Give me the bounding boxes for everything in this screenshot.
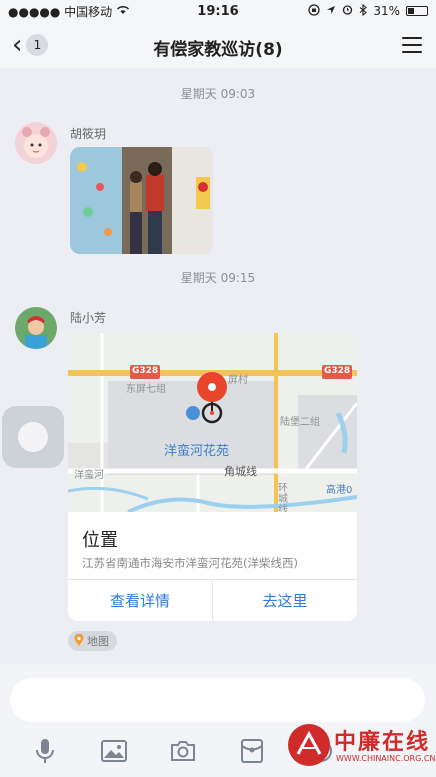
map-road-label: G328 <box>132 366 159 376</box>
avatar[interactable] <box>15 122 57 164</box>
status-left: ●●●●● 中国移动 <box>8 3 130 20</box>
nav-bar: ‹ 1 有偿家教巡访(8) <box>0 22 436 68</box>
menu-icon-line <box>402 51 422 53</box>
battery-percent: 31% <box>373 4 400 18</box>
carrier-label: ●●●●● 中国移动 <box>8 4 113 19</box>
menu-button[interactable] <box>402 37 422 53</box>
watermark-url: WWW.CHINAINC.ORG.CN <box>336 754 436 763</box>
map-street-label: 角城线 <box>224 465 257 478</box>
map-road-label: 高港0 <box>326 485 353 496</box>
watermark-logo-icon <box>288 724 330 766</box>
assistive-touch-button[interactable] <box>2 406 64 468</box>
battery-icon <box>406 6 428 16</box>
watermark-name: 中廉在线 <box>334 730 431 755</box>
menu-icon-line <box>402 44 422 46</box>
map-street-label: 环城线 <box>278 483 288 512</box>
bluetooth-icon <box>359 3 368 19</box>
location-arrow-icon <box>326 4 336 18</box>
watermark: 中廉在线 WWW.CHINAINC.ORG.CN <box>288 716 436 774</box>
chat-title: 有偿家教巡访(8) <box>153 40 283 60</box>
go-here-button[interactable]: 去这里 <box>212 580 357 621</box>
map-tag-label: 地图 <box>87 635 109 648</box>
map-road-label: G328 <box>324 366 351 376</box>
map-place-label: 东屏七组 <box>126 384 166 395</box>
location-card[interactable]: G328 G328 东屏七组 屏村 洋蛮河花苑 陆堡二组 洋蛮河 角城线 环城线… <box>68 333 357 621</box>
location-map[interactable]: G328 G328 东屏七组 屏村 洋蛮河花苑 陆堡二组 洋蛮河 角城线 环城线… <box>68 333 357 514</box>
location-title: 位置 <box>82 530 118 551</box>
status-bar: ●●●●● 中国移动 19:16 31% <box>0 0 436 22</box>
menu-icon-line <box>402 37 422 39</box>
location-address: 江苏省南通市海安市洋蛮河花苑(洋柴线西) <box>82 556 298 570</box>
battery-fill <box>408 8 414 14</box>
image-icon[interactable] <box>99 736 129 766</box>
map-place-label: 屏村 <box>228 375 248 386</box>
map-place-label: 洋蛮河 <box>74 470 104 481</box>
avatar[interactable] <box>15 307 57 349</box>
wifi-icon <box>116 4 130 18</box>
microphone-icon[interactable] <box>30 736 60 766</box>
timestamp: 星期天 09:15 <box>180 271 256 285</box>
map-place-label: 陆堡二组 <box>280 417 320 428</box>
map-poi-label: 洋蛮河花苑 <box>164 444 230 459</box>
timestamp: 星期天 09:03 <box>180 87 256 101</box>
red-packet-icon[interactable] <box>237 736 267 766</box>
map-pin-icon <box>74 632 84 649</box>
sender-name: 陆小芳 <box>70 311 107 325</box>
map-tag[interactable]: 地图 <box>68 631 117 651</box>
orientation-lock-icon <box>308 3 320 19</box>
sender-name: 胡筱玥 <box>70 127 107 141</box>
status-right: 31% <box>308 3 428 19</box>
view-details-button[interactable]: 查看详情 <box>68 580 212 621</box>
alarm-icon <box>342 4 353 18</box>
location-actions: 查看详情 去这里 <box>68 579 357 621</box>
image-message[interactable] <box>70 147 213 254</box>
camera-icon[interactable] <box>168 736 198 766</box>
